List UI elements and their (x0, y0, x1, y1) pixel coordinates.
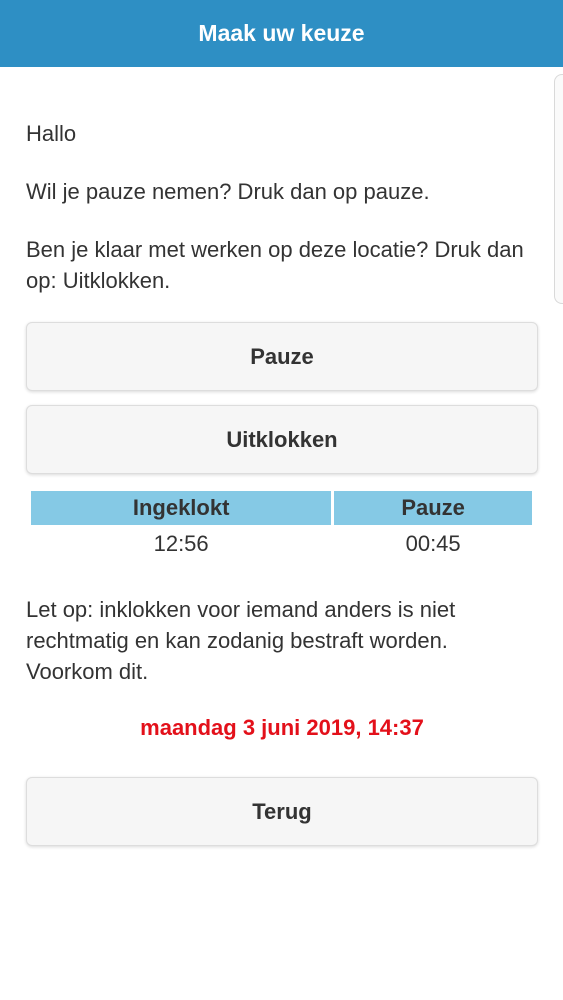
clocked-in-time: 12:56 (153, 531, 209, 556)
pause-instruction-text: Wil je pauze nemen? Druk dan op pauze. (26, 179, 430, 204)
status-table-header-row: Ingeklokt Pauze (31, 491, 532, 525)
back-button[interactable]: Terug (26, 777, 538, 846)
scrollbar[interactable] (554, 74, 563, 304)
pause-button[interactable]: Pauze (26, 322, 538, 391)
clocked-in-header: Ingeklokt (31, 491, 332, 525)
status-table-value-row: 12:56 00:45 (31, 525, 532, 563)
pause-duration: 00:45 (405, 531, 461, 556)
header-bar: Maak uw keuze (0, 0, 563, 67)
status-table: Ingeklokt Pauze 12:56 00:45 (28, 491, 535, 563)
current-datetime: maandag 3 juni 2019, 14:37 (140, 715, 424, 740)
warning-text: Let op: inklokken voor iemand anders is … (26, 597, 456, 684)
greeting-text: Hallo (26, 121, 77, 146)
clockout-button[interactable]: Uitklokken (26, 405, 538, 474)
clockout-instruction-text: Ben je klaar met werken op deze locatie?… (26, 237, 524, 293)
pause-header: Pauze (334, 491, 532, 525)
page-title: Maak uw keuze (198, 20, 365, 46)
